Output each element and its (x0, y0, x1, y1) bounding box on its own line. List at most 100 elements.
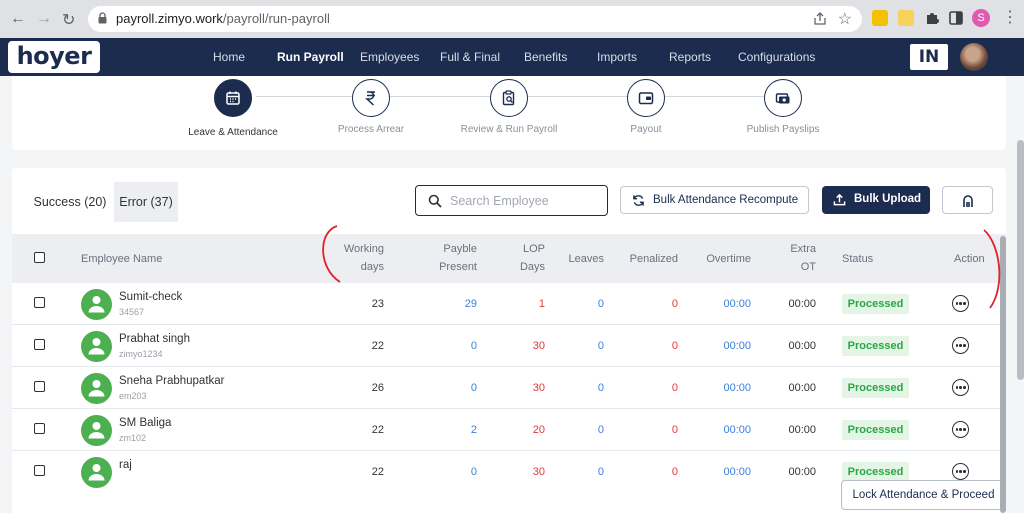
more-options-icon[interactable] (952, 337, 969, 354)
share-icon[interactable] (812, 11, 828, 27)
bookmark-star-icon[interactable]: ☆ (838, 9, 852, 29)
overtime-value[interactable]: 00:00 (701, 340, 751, 352)
employee-name[interactable]: SM Baliga (119, 417, 171, 429)
lop-days-value[interactable]: 1 (495, 298, 545, 310)
address-bar[interactable]: payroll.zimyo.work/payroll/run-payroll ☆ (88, 6, 862, 32)
rupee-icon (365, 91, 375, 106)
step-payout[interactable] (627, 79, 665, 117)
puzzle-extensions-icon[interactable] (924, 10, 940, 26)
col-lop-days-line2: Days (519, 261, 545, 273)
row-checkbox[interactable] (34, 297, 45, 308)
row-checkbox[interactable] (34, 465, 45, 476)
col-employee-name[interactable]: Employee Name (81, 250, 162, 268)
payslip-icon (775, 93, 790, 104)
lop-days-value[interactable]: 20 (495, 424, 545, 436)
nav-configurations[interactable]: Configurations (738, 50, 815, 64)
overtime-value[interactable]: 00:00 (701, 298, 751, 310)
more-options-icon[interactable] (952, 421, 969, 438)
leaves-value[interactable]: 0 (554, 466, 604, 478)
step-leave-attendance[interactable] (214, 79, 252, 117)
nav-imports[interactable]: Imports (597, 50, 637, 64)
browser-toolbar: ← → ↻ payroll.zimyo.work/payroll/run-pay… (0, 0, 1024, 38)
col-extra-ot[interactable]: Extra OT (776, 240, 816, 276)
working-days-value: 22 (371, 424, 384, 436)
more-options-icon[interactable] (952, 295, 969, 312)
step-review-run[interactable] (490, 79, 528, 117)
step-process-arrear[interactable] (352, 79, 390, 117)
search-input[interactable] (450, 192, 600, 210)
profile-avatar[interactable]: S (972, 9, 990, 27)
payble-present-value[interactable]: 0 (427, 466, 477, 478)
employee-code: zimyo1234 (119, 349, 163, 359)
employee-name[interactable]: Sumit-check (119, 291, 182, 303)
table-scrollbar[interactable] (1000, 236, 1006, 513)
tab-error[interactable]: Error (37) (114, 182, 178, 222)
overtime-value[interactable]: 00:00 (701, 466, 751, 478)
nav-reports[interactable]: Reports (669, 50, 711, 64)
extension-icon[interactable] (872, 10, 888, 26)
penalized-value[interactable]: 0 (628, 466, 678, 478)
nav-full-final[interactable]: Full & Final (440, 50, 500, 64)
more-options-icon[interactable] (952, 463, 969, 480)
bulk-upload-button[interactable]: Bulk Upload (822, 186, 930, 214)
extension-icon[interactable] (898, 10, 914, 26)
sidebar-panel-icon[interactable] (948, 10, 964, 26)
nav-home[interactable]: Home (213, 50, 245, 64)
leaves-value[interactable]: 0 (554, 298, 604, 310)
nav-employees[interactable]: Employees (360, 50, 419, 64)
col-extra-ot-line2: OT (800, 261, 816, 273)
hoyer-logo[interactable]: hoyer (8, 41, 100, 73)
forward-arrow-icon[interactable]: → (36, 10, 52, 28)
payble-present-value[interactable]: 29 (427, 298, 477, 310)
back-arrow-icon[interactable]: ← (10, 10, 26, 28)
lop-days-value[interactable]: 30 (495, 382, 545, 394)
col-status[interactable]: Status (842, 250, 873, 268)
row-checkbox[interactable] (34, 423, 45, 434)
url-domain: payroll.zimyo.work (116, 11, 223, 26)
overtime-value[interactable]: 00:00 (701, 424, 751, 436)
employee-name[interactable]: Prabhat singh (119, 333, 190, 345)
employee-name[interactable]: raj (119, 459, 132, 471)
penalized-value[interactable]: 0 (628, 382, 678, 394)
nav-run-payroll[interactable]: Run Payroll (277, 50, 344, 64)
step-publish-payslips[interactable] (764, 79, 802, 117)
leaves-value[interactable]: 0 (554, 382, 604, 394)
payble-present-value[interactable]: 0 (427, 340, 477, 352)
leaves-value[interactable]: 0 (554, 340, 604, 352)
wallet-icon (638, 92, 654, 105)
browser-menu-icon[interactable]: ⋮ (1002, 9, 1018, 27)
col-overtime[interactable]: Overtime (690, 250, 751, 268)
col-payble-present[interactable]: Payble Present (420, 240, 477, 276)
col-penalized[interactable]: Penalized (620, 250, 678, 268)
bulk-attendance-recompute-button[interactable]: Bulk Attendance Recompute (620, 186, 809, 214)
row-checkbox[interactable] (34, 339, 45, 350)
employee-avatar (81, 415, 112, 446)
lock-attendance-proceed-button[interactable]: Lock Attendance & Proceed (841, 480, 1006, 510)
tab-success[interactable]: Success (20) (26, 182, 114, 222)
col-lop-days[interactable]: LOP Days (500, 240, 545, 276)
person-icon (88, 422, 105, 439)
penalized-value[interactable]: 0 (628, 424, 678, 436)
more-options-icon[interactable] (952, 379, 969, 396)
lock-icon (98, 12, 107, 24)
attendance-filter-button[interactable] (942, 186, 993, 214)
overtime-value[interactable]: 00:00 (701, 382, 751, 394)
employee-name[interactable]: Sneha Prabhupatkar (119, 375, 225, 387)
nav-benefits[interactable]: Benefits (524, 50, 567, 64)
language-selector[interactable]: IN (910, 44, 948, 70)
lop-days-value[interactable]: 30 (495, 340, 545, 352)
penalized-value[interactable]: 0 (628, 340, 678, 352)
penalized-value[interactable]: 0 (628, 298, 678, 310)
col-leaves[interactable]: Leaves (560, 250, 604, 268)
leaves-value[interactable]: 0 (554, 424, 604, 436)
user-avatar[interactable] (960, 43, 988, 71)
payble-present-value[interactable]: 0 (427, 382, 477, 394)
col-working-days-line2: days (360, 261, 384, 273)
reload-icon[interactable]: ↻ (62, 10, 75, 30)
row-checkbox[interactable] (34, 381, 45, 392)
payble-present-value[interactable]: 2 (427, 424, 477, 436)
select-all-checkbox[interactable] (34, 252, 45, 263)
col-working-days[interactable]: Working days (320, 240, 384, 276)
lop-days-value[interactable]: 30 (495, 466, 545, 478)
page-scrollbar[interactable] (1017, 140, 1024, 380)
